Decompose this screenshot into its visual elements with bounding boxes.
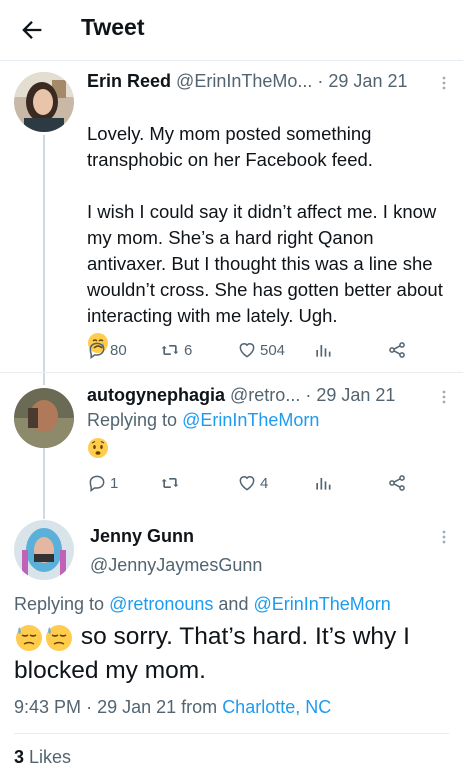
retweet-button[interactable] (159, 473, 184, 493)
reply-icon (89, 475, 105, 492)
like-button[interactable]: 504 (237, 340, 285, 360)
tweet-text-content: so sorry. That’s hard. It’s why I blocke… (14, 623, 410, 684)
separator-dot: · (317, 71, 324, 91)
thread-line (43, 447, 45, 519)
more-options-icon[interactable] (436, 529, 452, 545)
reply-button[interactable]: 1 (87, 473, 118, 493)
avatar-erin-reed[interactable] (14, 72, 74, 132)
heart-icon (239, 476, 255, 491)
replying-to: Replying to @ErinInTheMorn (87, 410, 319, 431)
heart-icon (239, 343, 255, 358)
handle[interactable]: @JennyJaymesGunn (90, 555, 262, 576)
avatar-jenny-gunn[interactable] (14, 520, 74, 580)
replying-to-label: Replying to (87, 410, 178, 430)
likes-label: Likes (29, 747, 72, 767)
analytics-icon (316, 478, 331, 490)
location-link[interactable]: Charlotte, NC (222, 697, 331, 717)
display-name[interactable]: Erin Reed (87, 71, 171, 91)
display-name[interactable]: autogynephagia (87, 385, 225, 405)
separator-dot: · (86, 697, 93, 717)
reply-count: 80 (110, 341, 127, 359)
tweet-date[interactable]: 29 Jan 21 (316, 385, 395, 405)
avatar-autogynephagia[interactable] (14, 388, 74, 448)
likes-summary[interactable]: 3 Likes (14, 747, 71, 768)
like-count: 504 (260, 341, 286, 359)
replying-to-link[interactable]: @ErinInTheMorn (182, 410, 319, 430)
tweet-text: Lovely. My mom posted something transpho… (87, 95, 447, 355)
share-icon (389, 475, 405, 491)
share-icon (389, 342, 405, 358)
divider (0, 372, 463, 373)
downcast-face-with-sweat-icon (16, 624, 42, 651)
tweet-time[interactable]: 9:43 PM (14, 697, 81, 717)
reply-button[interactable]: 80 (87, 340, 127, 360)
worried-face-icon (88, 438, 108, 458)
tweet-header: autogynephagia @retro... · 29 Jan 21 (87, 385, 395, 406)
page-title: Tweet (81, 14, 145, 40)
replying-to-link[interactable]: @retronouns (109, 594, 213, 614)
replying-and: and (218, 594, 249, 614)
tweet-text: so sorry. That’s hard. It’s why I blocke… (14, 620, 454, 688)
like-button[interactable]: 4 (237, 473, 268, 493)
more-options-icon[interactable] (436, 389, 452, 405)
from-label: from (181, 697, 218, 717)
display-name[interactable]: Jenny Gunn (90, 526, 194, 547)
tweet-text-content: Lovely. My mom posted something transpho… (87, 123, 443, 326)
more-options-icon[interactable] (436, 75, 452, 91)
arrow-left-icon[interactable] (18, 16, 46, 44)
tweet-meta: 9:43 PM · 29 Jan 21 from Charlotte, NC (14, 697, 331, 718)
replying-to-link[interactable]: @ErinInTheMorn (253, 594, 390, 614)
tweet-date[interactable]: 29 Jan 21 (97, 697, 176, 717)
tweet-date[interactable]: 29 Jan 21 (328, 71, 407, 91)
share-button[interactable] (387, 473, 407, 493)
top-bar: Tweet (0, 0, 463, 60)
analytics-icon (316, 345, 331, 357)
reply-icon (89, 342, 105, 359)
analytics-button[interactable] (313, 473, 333, 493)
downcast-face-with-sweat-icon (46, 624, 72, 651)
analytics-button[interactable] (313, 340, 333, 360)
retweet-icon (161, 478, 179, 488)
tweet-actions: 1 4 (87, 473, 417, 495)
retweet-count: 6 (184, 341, 193, 359)
retweet-button[interactable]: 6 (159, 340, 192, 360)
tweet-actions: 80 6 504 (87, 340, 417, 362)
handle[interactable]: @retro... (230, 385, 300, 405)
retweet-icon (161, 345, 179, 355)
like-count: 4 (260, 474, 269, 492)
separator-dot: · (305, 385, 312, 405)
tweet-header: Erin Reed @ErinInTheMo... · 29 Jan 21 (87, 71, 407, 92)
handle[interactable]: @ErinInTheMo... (176, 71, 312, 91)
share-button[interactable] (387, 340, 407, 360)
divider (14, 733, 449, 734)
reply-count: 1 (110, 474, 119, 492)
divider (0, 60, 463, 61)
thread-line (43, 135, 45, 385)
replying-to-label: Replying to (14, 594, 105, 614)
likes-count: 3 (14, 747, 25, 767)
replying-to: Replying to @retronouns and @ErinInTheMo… (14, 594, 391, 615)
